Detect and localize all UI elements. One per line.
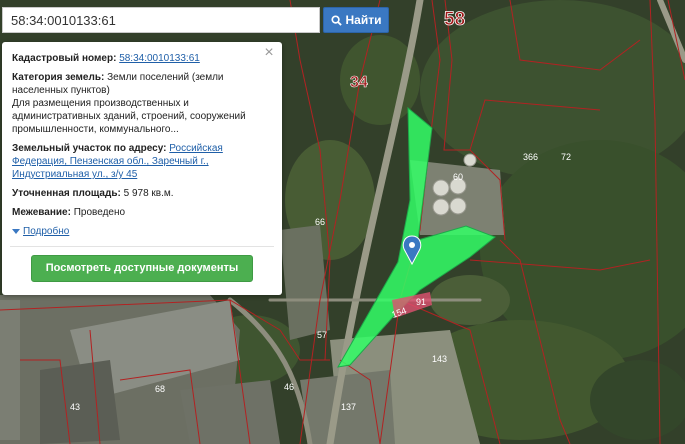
block-label-34: 34 [350,74,368,91]
search-input[interactable] [3,8,319,32]
land-category-label: Категория земель: [12,72,105,83]
cadastral-number-link[interactable]: 58:34:0010133:61 [119,53,200,64]
more-details-label[interactable]: Подробно [23,225,69,238]
parcel-label-57: 57 [317,330,327,340]
parcel-label-43: 43 [70,402,80,412]
parcel-label-60: 60 [453,172,463,182]
land-category-row: Категория земель: Земли поселений (земли… [12,71,272,136]
block-label-58: 58 [444,9,465,30]
survey-row: Межевание: Проведено [12,206,272,219]
land-purpose-text: Для размещения производственных и админи… [12,98,246,135]
parcel-label-72: 72 [561,152,571,162]
parcel-label-66: 66 [315,217,325,227]
search-icon [330,14,342,26]
parcel-label-366: 366 [523,152,538,162]
panel-divider [10,246,274,247]
view-documents-button[interactable]: Посмотреть доступные документы [31,255,253,282]
area-row: Уточненная площадь: 5 978 кв.м. [12,187,272,200]
parcel-label-91: 91 [416,297,426,307]
area-label: Уточненная площадь: [12,188,121,199]
more-details-link[interactable]: Подробно [12,225,272,238]
area-value: 5 978 кв.м. [123,188,174,199]
survey-value: Проведено [73,207,126,218]
parcel-label-68: 68 [155,384,165,394]
parcel-info-panel: × Кадастровый номер: 58:34:0010133:61 Ка… [2,42,282,295]
survey-label: Межевание: [12,207,71,218]
caret-down-icon [12,229,20,234]
search-button[interactable]: Найти [323,7,389,33]
address-label: Земельный участок по адресу: [12,143,167,154]
parcel-label-137: 137 [341,402,356,412]
search-button-label: Найти [345,13,382,27]
cadastral-number-label: Кадастровый номер: [12,53,117,64]
close-icon[interactable]: × [262,45,276,61]
address-row: Земельный участок по адресу: Российская … [12,142,272,181]
parcel-label-46: 46 [284,382,294,392]
cadastral-number-row: Кадастровый номер: 58:34:0010133:61 [12,52,272,65]
parcel-label-143: 143 [432,354,447,364]
search-bar [2,7,320,33]
